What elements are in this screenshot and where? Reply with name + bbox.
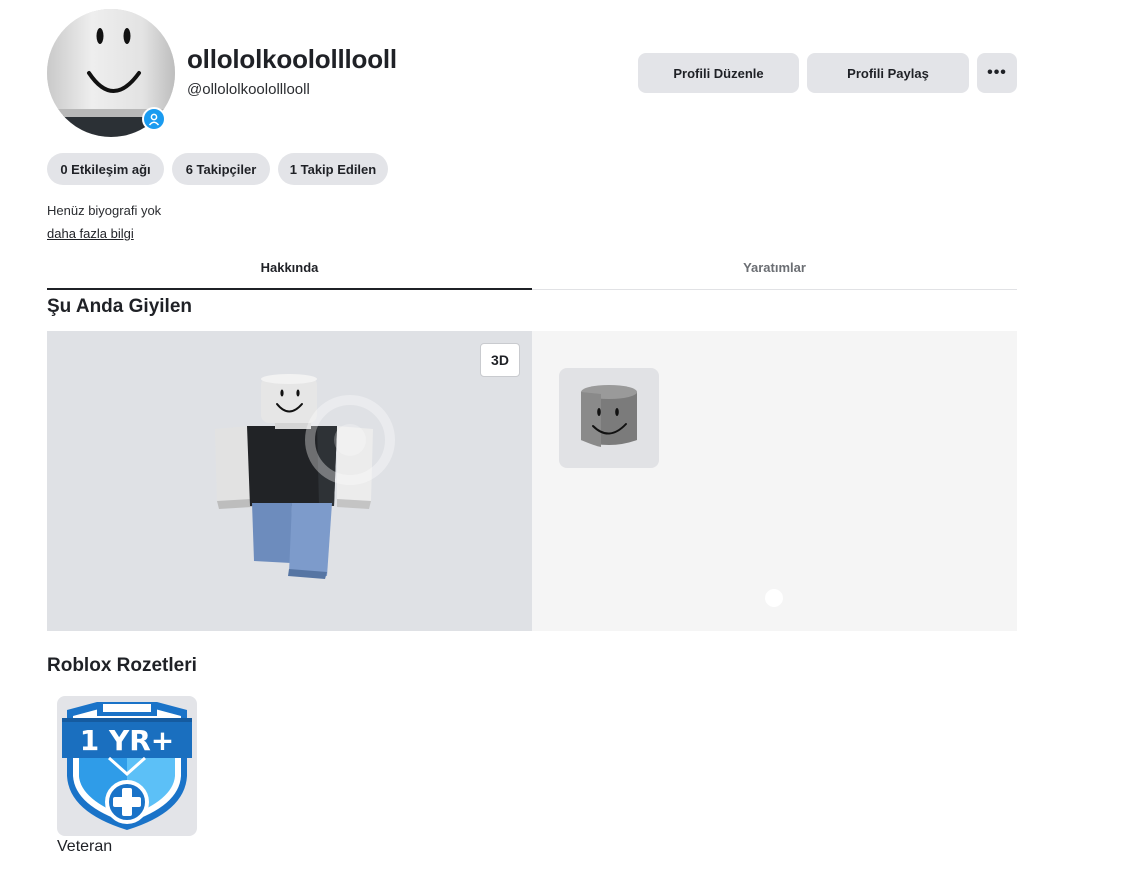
display-name: ollololkoololllooll xyxy=(187,44,397,74)
worn-items-panel xyxy=(532,331,1017,631)
connections-pill[interactable]: 0 Etkileşim ağı xyxy=(47,153,164,185)
username: @ollololkoololllooll xyxy=(187,81,310,98)
followers-pill[interactable]: 6 Takipçiler xyxy=(172,153,270,185)
share-profile-button[interactable]: Profili Paylaş xyxy=(807,53,969,93)
badge-veteran[interactable]: 1 YR+ xyxy=(57,696,197,836)
veteran-shield-icon: 1 YR+ xyxy=(62,702,192,830)
more-options-button[interactable]: ••• xyxy=(977,53,1017,93)
smiley-head-icon xyxy=(581,385,637,447)
more-info-link[interactable]: daha fazla bilgi xyxy=(47,226,134,241)
user-badge-icon xyxy=(142,107,166,131)
avatar-3d-viewer[interactable]: 3D xyxy=(47,331,532,631)
carousel-dot[interactable] xyxy=(765,589,783,607)
badge-name: Veteran xyxy=(57,838,113,855)
badge-emblem-text: 1 YR+ xyxy=(80,724,175,757)
bio-text: Henüz biyografi yok xyxy=(47,203,162,218)
profile-tabs: Hakkında Yaratımlar xyxy=(47,245,1017,290)
tab-creations[interactable]: Yaratımlar xyxy=(532,245,1017,289)
roblox-badges-title: Roblox Rozetleri xyxy=(47,655,197,676)
profile-avatar[interactable] xyxy=(47,9,175,137)
tab-about[interactable]: Hakkında xyxy=(47,245,532,290)
3d-toggle-button[interactable]: 3D xyxy=(480,343,520,377)
currently-wearing-title: Şu Anda Giyilen xyxy=(47,296,192,317)
worn-item-card[interactable] xyxy=(559,368,659,468)
avatar-figure-icon xyxy=(215,374,373,579)
edit-profile-button[interactable]: Profili Düzenle xyxy=(638,53,799,93)
following-pill[interactable]: 1 Takip Edilen xyxy=(278,153,388,185)
